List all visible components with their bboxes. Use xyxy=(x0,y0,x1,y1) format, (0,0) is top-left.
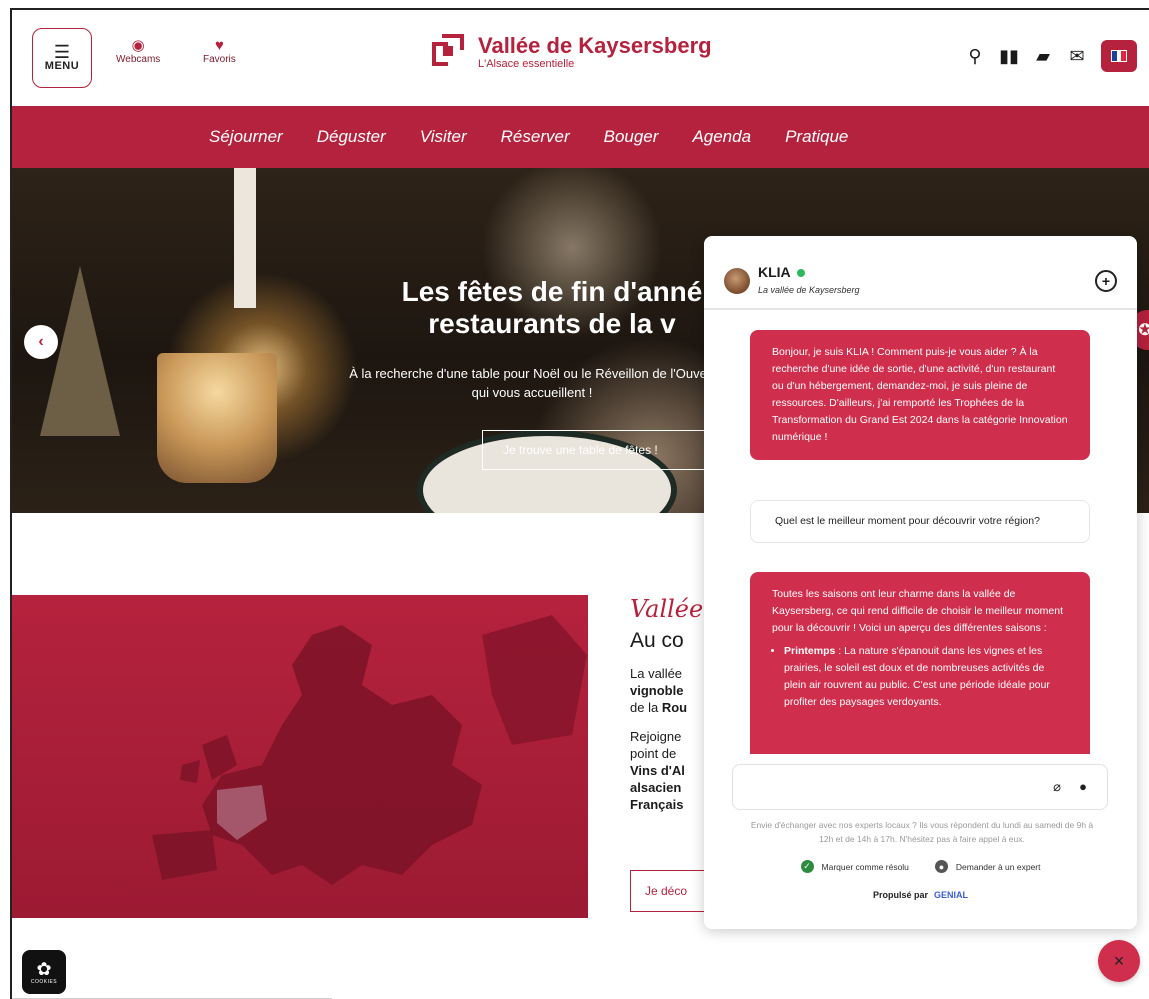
chat-name: KLIA xyxy=(758,264,805,280)
browser-viewport: ☰ MENU ◉ Webcams ♥ Favoris Vallée de Kay… xyxy=(10,8,1149,999)
powered-label: Propulsé par xyxy=(872,890,928,900)
p1-line3-prefix: de la xyxy=(630,700,662,715)
cookies-label: COOKIES xyxy=(30,979,58,985)
p2-line4: alsacien xyxy=(630,780,682,795)
chat-subtitle: La vallée de Kaysersberg xyxy=(758,285,860,295)
chat-message-input[interactable]: ⌀ ● xyxy=(732,764,1108,810)
season-label: Printemps xyxy=(784,645,836,657)
europe-map xyxy=(12,595,588,918)
chat-close-button[interactable]: × xyxy=(1098,940,1140,982)
p2-line5: Français xyxy=(630,797,684,812)
ask-expert-label: Demander à un expert xyxy=(955,861,1041,872)
mark-resolved-button[interactable]: ✓ Marquer comme résolu xyxy=(800,860,909,873)
hamburger-icon: ☰ xyxy=(53,42,71,62)
main-nav: Séjourner Déguster Visiter Réserver Boug… xyxy=(12,106,1149,168)
search-icon[interactable]: ⚲ xyxy=(965,46,985,67)
webcam-icon: ◉ xyxy=(131,37,145,54)
online-status-icon xyxy=(796,269,805,278)
nav-item-pratique[interactable]: Pratique xyxy=(785,127,848,147)
avatar xyxy=(724,268,750,294)
europe-map-graphic xyxy=(152,615,587,885)
season-list: Printemps : La nature s'épanouit dans le… xyxy=(772,643,1068,711)
candle-image xyxy=(234,168,256,308)
map-icon[interactable]: ▮▮ xyxy=(999,46,1019,67)
nav-item-visiter[interactable]: Visiter xyxy=(420,127,467,147)
experts-note: Envie d'échanger avec nos experts locaux… xyxy=(750,820,1094,844)
webcams-link[interactable]: ◉ Webcams xyxy=(116,37,161,66)
bot-message-intro: Toutes les saisons ont leur charme dans … xyxy=(772,588,1064,634)
nav-item-agenda[interactable]: Agenda xyxy=(692,127,751,147)
bot-message: Toutes les saisons ont leur charme dans … xyxy=(750,572,1090,754)
check-circle-icon: ✓ xyxy=(800,860,814,873)
carousel-prev-button[interactable]: ‹ xyxy=(24,325,58,359)
chat-header: KLIA La vallée de Kaysersberg + xyxy=(704,236,1137,310)
language-button[interactable] xyxy=(1101,40,1137,72)
microphone-icon[interactable]: ● xyxy=(1079,779,1087,794)
logo-title: Vallée de Kaysersberg xyxy=(478,33,712,58)
site-logo[interactable]: Vallée de Kaysersberg L'Alsace essentiel… xyxy=(432,34,712,70)
logo-subtitle: L'Alsace essentielle xyxy=(478,58,575,70)
chat-messages[interactable]: Bonjour, je suis KLIA ! Comment puis-je … xyxy=(704,322,1137,754)
attachment-icon[interactable]: ⌀ xyxy=(1053,779,1061,795)
p2-line3: Vins d'Al xyxy=(630,763,685,778)
list-item: Printemps : La nature s'épanouit dans le… xyxy=(784,643,1068,711)
genial-logo[interactable]: GENIAL xyxy=(934,890,968,900)
bot-message: Bonjour, je suis KLIA ! Comment puis-je … xyxy=(750,330,1090,460)
accessibility-icon: ✪ xyxy=(1138,320,1149,340)
ask-expert-button[interactable]: ● Demander à un expert xyxy=(934,860,1041,873)
chat-name-text: KLIA xyxy=(758,264,791,280)
menu-button[interactable]: ☰ MENU xyxy=(32,28,92,88)
cookie-icon: ✿ xyxy=(36,959,52,979)
nav-item-bouger[interactable]: Bouger xyxy=(604,127,659,147)
site-header: ☰ MENU ◉ Webcams ♥ Favoris Vallée de Kay… xyxy=(12,10,1149,106)
powered-by: Propulsé par GENIAL xyxy=(704,890,1137,900)
p1-line2: vignoble xyxy=(630,683,684,698)
cookies-button[interactable]: ✿ COOKIES xyxy=(22,950,66,994)
favoris-link[interactable]: ♥ Favoris xyxy=(203,37,236,66)
hero-cta-button[interactable]: Je trouve une table de fêtes ! xyxy=(482,430,712,470)
p1-line3-bold: Rou xyxy=(661,700,688,715)
chat-actions: ✓ Marquer comme résolu ● Demander à un e… xyxy=(704,860,1137,873)
close-icon: × xyxy=(1113,950,1125,971)
plus-icon: + xyxy=(1101,273,1111,289)
heart-icon: ♥ xyxy=(214,37,224,54)
user-message: Quel est le meilleur moment pour découvr… xyxy=(750,500,1090,543)
user-icon: ● xyxy=(934,860,948,873)
book-icon[interactable]: ▰ xyxy=(1033,46,1053,67)
chevron-left-icon: ‹ xyxy=(38,333,44,350)
mail-icon[interactable]: ✉ xyxy=(1067,46,1087,67)
header-icons: ⚲ ▮▮ ▰ ✉ xyxy=(965,40,1137,72)
mark-resolved-label: Marquer comme résolu xyxy=(821,861,909,872)
menu-label: MENU xyxy=(44,60,80,72)
webcams-label: Webcams xyxy=(116,54,161,65)
favoris-label: Favoris xyxy=(203,54,236,65)
nav-item-deguster[interactable]: Déguster xyxy=(317,127,386,147)
logo-mark-icon xyxy=(432,34,466,68)
chat-panel: KLIA La vallée de Kaysersberg + Bonjour,… xyxy=(704,236,1137,929)
nav-item-reserver[interactable]: Réserver xyxy=(501,127,570,147)
nav-item-sejourner[interactable]: Séjourner xyxy=(209,127,283,147)
french-flag-icon xyxy=(1111,50,1127,62)
new-conversation-button[interactable]: + xyxy=(1095,270,1117,292)
